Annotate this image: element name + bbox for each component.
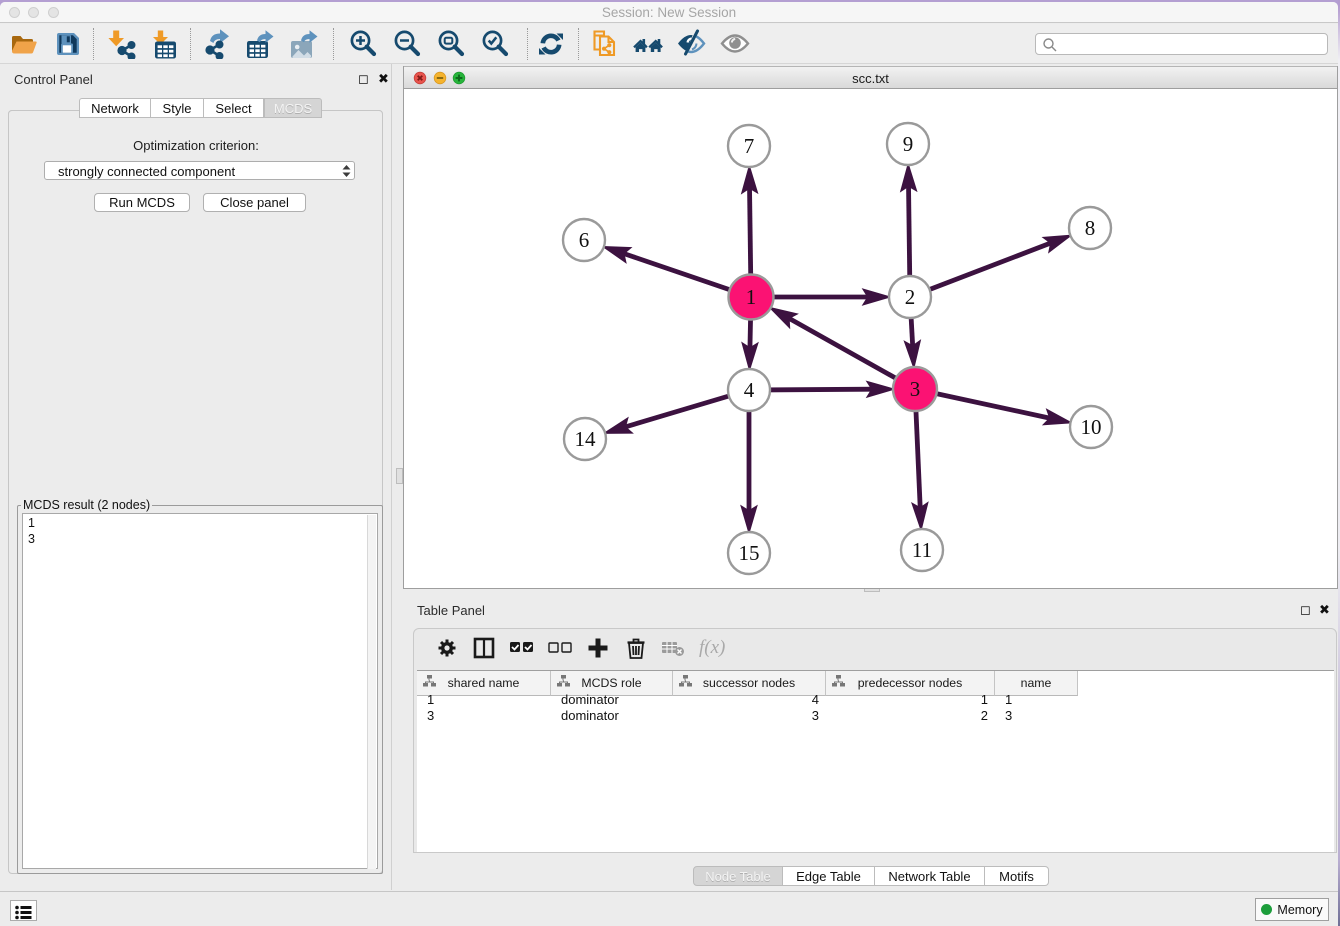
svg-text:f(x): f(x) [699,637,725,658]
svg-text:2: 2 [905,285,916,309]
svg-text:1: 1 [746,285,757,309]
svg-text:15: 15 [739,541,760,565]
svg-text:4: 4 [744,378,755,402]
svg-text:11: 11 [912,538,932,562]
svg-text:6: 6 [579,228,590,252]
svg-text:9: 9 [903,132,914,156]
svg-text:3: 3 [910,377,921,401]
svg-text:8: 8 [1085,216,1096,240]
svg-text:14: 14 [575,427,597,451]
svg-text:10: 10 [1081,415,1102,439]
svg-text:7: 7 [744,134,755,158]
